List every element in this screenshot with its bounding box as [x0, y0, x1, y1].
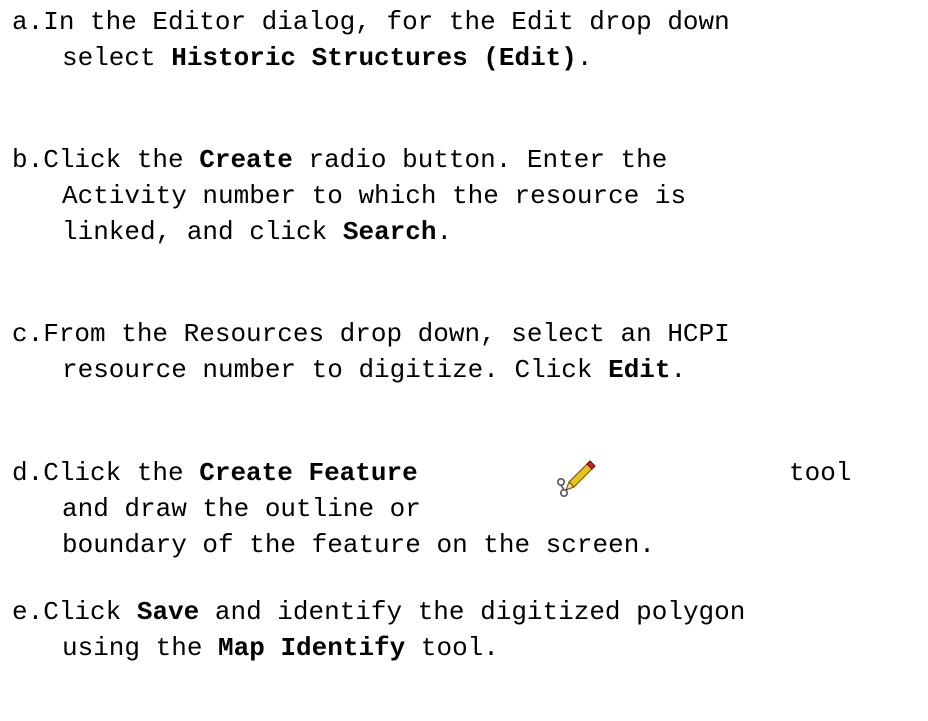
step-bold-term: Historic Structures (Edit) — [171, 43, 577, 73]
step-line: boundary of the feature on the screen. — [12, 527, 918, 563]
step-line: and draw the outline or — [12, 491, 918, 527]
step-letter: e. — [12, 597, 44, 627]
step-text: and identify the digitized polygon — [199, 597, 746, 627]
step-d: d.Click the Create Feature and draw the … — [12, 455, 918, 563]
step-text: linked, and click — [62, 217, 343, 247]
step-text: and draw the outline or — [62, 494, 421, 524]
step-text: Click the — [43, 145, 200, 175]
step-text: select — [62, 43, 172, 73]
step-line: c.From the Resources drop down, select a… — [12, 316, 918, 352]
step-text: From the Resources drop down, select an … — [43, 319, 730, 349]
step-line: using the Map Identify tool. — [12, 630, 918, 666]
step-bold-term: Map Identify — [218, 633, 406, 663]
step-text: using the — [62, 633, 219, 663]
step-text: Click the — [43, 458, 200, 488]
step-text: . — [576, 43, 593, 73]
step-line: a.In the Editor dialog, for the Edit dro… — [12, 4, 918, 40]
step-line: select Historic Structures (Edit). — [12, 40, 918, 76]
step-letter: c. — [12, 319, 44, 349]
step-text: resource number to digitize. Click — [62, 355, 609, 385]
step-letter: a. — [12, 7, 44, 37]
step-bold-term: Save — [136, 597, 200, 627]
step-text: Activity number to which the resource is — [62, 181, 687, 211]
step-line: b.Click the Create radio button. Enter t… — [12, 142, 918, 178]
step-c: c.From the Resources drop down, select a… — [12, 316, 918, 388]
step-text: tool — [789, 458, 852, 488]
step-line: resource number to digitize. Click Edit. — [12, 352, 918, 388]
step-b: b.Click the Create radio button. Enter t… — [12, 142, 918, 250]
step-line: e.Click Save and identify the digitized … — [12, 594, 918, 630]
step-text: radio button. Enter the — [292, 145, 668, 175]
step-bold-term: Create — [199, 145, 293, 175]
step-text: . — [436, 217, 453, 247]
step-a: a.In the Editor dialog, for the Edit dro… — [12, 4, 918, 76]
step-text: Click — [43, 597, 137, 627]
step-bold-term: Create Feature — [199, 458, 418, 488]
step-text: tool. — [405, 633, 499, 663]
step-e: e.Click Save and identify the digitized … — [12, 594, 918, 666]
step-text: . — [670, 355, 687, 385]
create-feature-pencil-icon — [557, 460, 596, 497]
step-line: d.Click the Create Feature — [12, 455, 918, 491]
step-letter: d. — [12, 458, 44, 488]
step-bold-term: Edit — [608, 355, 671, 385]
step-line: Activity number to which the resource is — [12, 178, 918, 214]
step-letter: b. — [12, 145, 44, 175]
step-text: boundary of the feature on the screen. — [62, 530, 655, 560]
step-text: In the Editor dialog, for the Edit drop … — [43, 7, 730, 37]
step-bold-term: Search — [342, 217, 437, 247]
step-line: linked, and click Search. — [12, 214, 918, 250]
